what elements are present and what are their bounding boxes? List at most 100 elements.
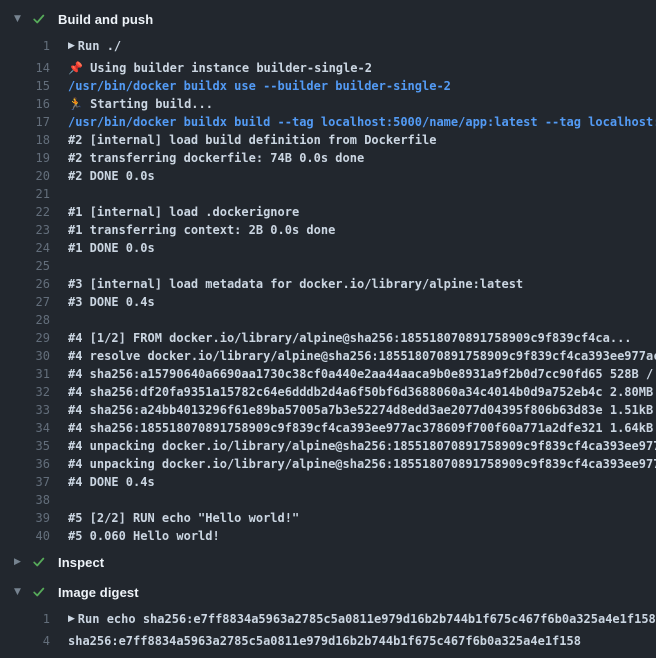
log-row: 39 #5 [2/2] RUN echo "Hello world!" bbox=[0, 509, 656, 527]
log-text: #2 [internal] load build definition from… bbox=[68, 131, 436, 149]
group-toggle-label[interactable]: Run ./ bbox=[78, 37, 121, 55]
line-number[interactable]: 18 bbox=[0, 131, 50, 149]
check-success-icon bbox=[32, 554, 48, 570]
section-header-image-digest[interactable]: ▼ Image digest bbox=[0, 577, 656, 607]
line-number[interactable]: 34 bbox=[0, 419, 50, 437]
log-text: #2 transferring dockerfile: 74B 0.0s don… bbox=[68, 149, 364, 167]
line-number[interactable]: 28 bbox=[0, 311, 50, 329]
line-number[interactable]: 25 bbox=[0, 257, 50, 275]
log-row: 23 #1 transferring context: 2B 0.0s done bbox=[0, 221, 656, 239]
line-number[interactable]: 39 bbox=[0, 509, 50, 527]
line-number[interactable]: 20 bbox=[0, 167, 50, 185]
log-row: 34 #4 sha256:185518070891758909c9f839cf4c… bbox=[0, 419, 656, 437]
log-text: #4 resolve docker.io/library/alpine@sha2… bbox=[68, 347, 656, 365]
log-row: 4 sha256:e7ff8834a5963a2785c5a0811e979d16… bbox=[0, 632, 656, 650]
actions-log-viewer: ▼Build and push1▶ Run ./14📌 Using builde… bbox=[0, 0, 656, 658]
log-row: 35 #4 unpacking docker.io/library/alpine@… bbox=[0, 437, 656, 455]
log-row: 19 #2 transferring dockerfile: 74B 0.0s d… bbox=[0, 149, 656, 167]
log-text: #4 sha256:a15790640a6690aa1730c38cf0a440… bbox=[68, 365, 656, 383]
section-title: Inspect bbox=[58, 555, 104, 570]
log-section-image-digest: ▼ Image digest 1▶ Run echo sha256:e7ff8834… bbox=[0, 577, 656, 650]
log-row: 32 #4 sha256:df20fa9351a15782c64e6dddb2d4… bbox=[0, 383, 656, 401]
log-row: 36 #4 unpacking docker.io/library/alpine@… bbox=[0, 455, 656, 473]
line-number[interactable]: 35 bbox=[0, 437, 50, 455]
section-title: Build and push bbox=[58, 12, 153, 27]
line-number[interactable]: 31 bbox=[0, 365, 50, 383]
log-row: 26 #3 [internal] load metadata for docker… bbox=[0, 275, 656, 293]
chevron-right-icon: ▶ bbox=[14, 557, 32, 567]
line-number[interactable]: 1 bbox=[0, 37, 50, 55]
line-number[interactable]: 22 bbox=[0, 203, 50, 221]
line-number[interactable]: 36 bbox=[0, 455, 50, 473]
section-header-build-and-push[interactable]: ▼ Build and push bbox=[0, 4, 656, 34]
log-text: sha256:e7ff8834a5963a2785c5a0811e979d16b… bbox=[68, 632, 581, 650]
log-row: 31 #4 sha256:a15790640a6690aa1730c38cf0a4… bbox=[0, 365, 656, 383]
line-number[interactable]: 24 bbox=[0, 239, 50, 257]
log-row: 24 #1 DONE 0.0s bbox=[0, 239, 656, 257]
log-row: 30 #4 resolve docker.io/library/alpine@sh… bbox=[0, 347, 656, 365]
log-row: 25 bbox=[0, 257, 656, 275]
log-text: #3 [internal] load metadata for docker.i… bbox=[68, 275, 523, 293]
group-toggle-label[interactable]: Run echo sha256:e7ff8834a5963a2785c5a081… bbox=[78, 610, 656, 628]
log-text: /usr/bin/docker buildx use --builder bui… bbox=[68, 77, 451, 95]
log-text: 🏃 Starting build... bbox=[68, 95, 213, 113]
line-number[interactable]: 37 bbox=[0, 473, 50, 491]
line-number[interactable]: 38 bbox=[0, 491, 50, 509]
log-text: #4 DONE 0.4s bbox=[68, 473, 155, 491]
line-number[interactable]: 14 bbox=[0, 59, 50, 77]
log-text: #2 DONE 0.0s bbox=[68, 167, 155, 185]
line-number[interactable]: 15 bbox=[0, 77, 50, 95]
log-row: 21 bbox=[0, 185, 656, 203]
log-text: #4 sha256:df20fa9351a15782c64e6dddb2d4a6… bbox=[68, 383, 656, 401]
line-number[interactable]: 21 bbox=[0, 185, 50, 203]
line-number[interactable]: 26 bbox=[0, 275, 50, 293]
line-number[interactable]: 30 bbox=[0, 347, 50, 365]
log-text: #4 [1/2] FROM docker.io/library/alpine@s… bbox=[68, 329, 632, 347]
check-success-icon bbox=[32, 11, 48, 27]
section-log: 1 ▶ Run ./ 14 📌 Using builder instance buil… bbox=[0, 37, 656, 545]
check-success-icon bbox=[32, 584, 48, 600]
log-text: #4 sha256:185518070891758909c9f839cf4ca3… bbox=[68, 419, 656, 437]
log-row: 15/usr/bin/docker buildx use --builder b… bbox=[0, 77, 656, 95]
log-text: #1 DONE 0.0s bbox=[68, 239, 155, 257]
log-row: 27 #3 DONE 0.4s bbox=[0, 293, 656, 311]
log-row: 20 #2 DONE 0.0s bbox=[0, 167, 656, 185]
chevron-down-icon: ▼ bbox=[14, 14, 32, 24]
section-log: 1▶ Run echo sha256:e7ff8834a5963a2785c5a… bbox=[0, 610, 656, 650]
line-number[interactable]: 1 bbox=[0, 610, 50, 628]
log-row: 22 #1 [internal] load .dockerignore bbox=[0, 203, 656, 221]
log-text: #1 transferring context: 2B 0.0s done bbox=[68, 221, 335, 239]
log-text: #5 [2/2] RUN echo "Hello world!" bbox=[68, 509, 299, 527]
group-toggle-icon: ▶ bbox=[68, 37, 78, 55]
log-row: 18 #2 [internal] load build definition fr… bbox=[0, 131, 656, 149]
line-number[interactable]: 4 bbox=[0, 632, 50, 650]
log-group-row: 1▶ Run echo sha256:e7ff8834a5963a2785c5a… bbox=[0, 610, 656, 628]
log-text: #4 unpacking docker.io/library/alpine@sh… bbox=[68, 455, 656, 473]
line-number[interactable]: 40 bbox=[0, 527, 50, 545]
log-section-inspect: ▶ Inspect bbox=[0, 547, 656, 577]
line-number[interactable]: 19 bbox=[0, 149, 50, 167]
line-number[interactable]: 29 bbox=[0, 329, 50, 347]
log-text: #5 0.060 Hello world! bbox=[68, 527, 220, 545]
log-text: #3 DONE 0.4s bbox=[68, 293, 155, 311]
log-row: 37 #4 DONE 0.4s bbox=[0, 473, 656, 491]
section-header-inspect[interactable]: ▶ Inspect bbox=[0, 547, 656, 577]
line-number[interactable]: 17 bbox=[0, 113, 50, 131]
chevron-down-icon: ▼ bbox=[14, 587, 32, 597]
line-number[interactable]: 27 bbox=[0, 293, 50, 311]
log-text: #4 unpacking docker.io/library/alpine@sh… bbox=[68, 437, 656, 455]
log-text: #1 [internal] load .dockerignore bbox=[68, 203, 299, 221]
log-row: 38 bbox=[0, 491, 656, 509]
log-row: 28 bbox=[0, 311, 656, 329]
log-row: 33 #4 sha256:a24bb4013296f61e89ba57005a7b… bbox=[0, 401, 656, 419]
log-group-row: 1 ▶ Run ./ bbox=[0, 37, 656, 55]
section-title: Image digest bbox=[58, 585, 139, 600]
log-section-build-and-push: ▼ Build and push 1 ▶ Run ./ 14 📌 Using builde… bbox=[0, 4, 656, 545]
log-row: 40 #5 0.060 Hello world! bbox=[0, 527, 656, 545]
line-number[interactable]: 16 bbox=[0, 95, 50, 113]
line-number[interactable]: 33 bbox=[0, 401, 50, 419]
line-number[interactable]: 32 bbox=[0, 383, 50, 401]
log-text: #4 sha256:a24bb4013296f61e89ba57005a7b3e… bbox=[68, 401, 656, 419]
log-text: 📌 Using builder instance builder-single-… bbox=[68, 59, 372, 77]
line-number[interactable]: 23 bbox=[0, 221, 50, 239]
